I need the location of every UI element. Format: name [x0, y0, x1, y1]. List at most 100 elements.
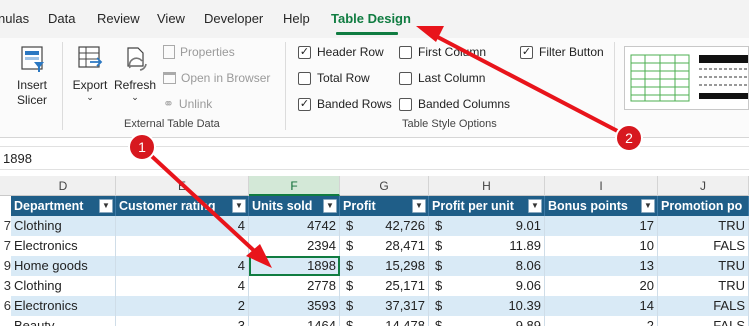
- tab-view[interactable]: View: [157, 11, 185, 26]
- table-cell-rating[interactable]: 3: [116, 316, 249, 326]
- first-column-checkbox[interactable]: [399, 45, 412, 59]
- filter-dropdown-icon[interactable]: ▼: [99, 199, 113, 213]
- header-row-option[interactable]: ✓ Header Row: [298, 43, 384, 61]
- tab-help[interactable]: Help: [283, 11, 310, 26]
- total-row-option[interactable]: Total Row: [298, 69, 370, 87]
- banded-columns-label: Banded Columns: [418, 97, 511, 111]
- header-customer-rating: Customer rating: [116, 196, 249, 216]
- row-number[interactable]: [0, 316, 11, 326]
- open-in-browser-button[interactable]: Open in Browser: [163, 69, 270, 87]
- filter-dropdown-icon[interactable]: ▼: [232, 199, 246, 213]
- unlink-button[interactable]: ⚭ Unlink: [163, 95, 212, 113]
- filter-dropdown-icon[interactable]: ▼: [641, 199, 655, 213]
- table-cell-profit[interactable]: $42,726: [340, 216, 429, 236]
- table-cell-dept[interactable]: Clothing: [11, 276, 116, 296]
- filter-dropdown-icon[interactable]: ▼: [412, 199, 426, 213]
- table-cell-rating[interactable]: [116, 236, 249, 256]
- table-cell-units[interactable]: 1464: [249, 316, 340, 326]
- table-cell-bonus[interactable]: 2: [545, 316, 658, 326]
- table-cell-ppu[interactable]: $9.89: [429, 316, 545, 326]
- table-cell-bonus[interactable]: 13: [545, 256, 658, 276]
- table-cell-dept[interactable]: Beauty: [11, 316, 116, 326]
- table-styles-gallery[interactable]: [624, 46, 749, 110]
- cell-value: 4: [237, 258, 245, 273]
- table-cell-profit[interactable]: $37,317: [340, 296, 429, 316]
- filter-button-option[interactable]: ✓ Filter Button: [520, 43, 604, 61]
- properties-button[interactable]: Properties: [163, 43, 235, 61]
- banded-rows-checkbox[interactable]: ✓: [298, 97, 311, 111]
- header-promotion: Promotion po: [658, 196, 749, 216]
- table-cell-promo[interactable]: TRU: [658, 276, 749, 296]
- table-cell-rating[interactable]: 4: [116, 216, 249, 236]
- table-cell-dept[interactable]: Clothing: [11, 216, 116, 236]
- chevron-down-icon: ⌄: [131, 92, 139, 102]
- total-row-checkbox[interactable]: [298, 71, 311, 85]
- row-number[interactable]: 9: [0, 256, 11, 276]
- tab-review[interactable]: Review: [97, 11, 140, 26]
- table-cell-bonus[interactable]: 17: [545, 216, 658, 236]
- row-number[interactable]: 7: [0, 236, 11, 256]
- table-cell-promo[interactable]: TRU: [658, 256, 749, 276]
- table-cell-dept[interactable]: Electronics: [11, 296, 116, 316]
- table-cell-ppu[interactable]: $10.39: [429, 296, 545, 316]
- column-header-d[interactable]: D: [11, 176, 116, 196]
- first-column-option[interactable]: First Column: [399, 43, 486, 61]
- table-cell-units[interactable]: 2778: [249, 276, 340, 296]
- table-cell-rating[interactable]: 4: [116, 256, 249, 276]
- filter-dropdown-icon[interactable]: ▼: [323, 199, 337, 213]
- last-column-checkbox[interactable]: [399, 71, 412, 85]
- table-cell-units[interactable]: 4742: [249, 216, 340, 236]
- table-cell-dept[interactable]: Home goods: [11, 256, 116, 276]
- banded-columns-checkbox[interactable]: [399, 97, 412, 111]
- column-header-f[interactable]: F: [249, 176, 340, 196]
- filter-button-checkbox[interactable]: ✓: [520, 45, 533, 59]
- table-cell-ppu[interactable]: $11.89: [429, 236, 545, 256]
- table-cell-rating[interactable]: 4: [116, 276, 249, 296]
- ribbon-separator: [62, 42, 63, 130]
- banded-columns-option[interactable]: Banded Columns: [399, 95, 510, 113]
- currency-symbol: $: [435, 298, 443, 313]
- unlink-icon: ⚭: [163, 96, 174, 111]
- table-cell-promo[interactable]: TRU: [658, 216, 749, 236]
- table-cell-dept[interactable]: Electronics: [11, 236, 116, 256]
- table-cell-units[interactable]: 2394: [249, 236, 340, 256]
- column-header-e[interactable]: E: [116, 176, 249, 196]
- filter-dropdown-icon[interactable]: ▼: [528, 199, 542, 213]
- column-header-i[interactable]: I: [545, 176, 658, 196]
- table-cell-profit[interactable]: $25,171: [340, 276, 429, 296]
- row-number[interactable]: 6: [0, 296, 11, 316]
- tab-formulas[interactable]: nulas: [0, 11, 29, 26]
- table-cell-ppu[interactable]: $9.06: [429, 276, 545, 296]
- table-cell-units[interactable]: 1898: [249, 256, 340, 276]
- tab-developer[interactable]: Developer: [204, 11, 263, 26]
- table-cell-bonus[interactable]: 10: [545, 236, 658, 256]
- table-cell-profit[interactable]: $15,298: [340, 256, 429, 276]
- tab-table-design[interactable]: Table Design: [331, 11, 411, 26]
- row-number[interactable]: 3: [0, 276, 11, 296]
- last-column-option[interactable]: Last Column: [399, 69, 485, 87]
- table-cell-rating[interactable]: 2: [116, 296, 249, 316]
- export-button[interactable]: Export ⌄: [70, 44, 110, 102]
- tab-data[interactable]: Data: [48, 11, 75, 26]
- table-cell-promo[interactable]: FALS: [658, 236, 749, 256]
- refresh-button[interactable]: Refresh ⌄: [112, 44, 158, 102]
- header-row-checkbox[interactable]: ✓: [298, 45, 311, 59]
- cell-value: 14: [639, 298, 654, 313]
- column-header-g[interactable]: G: [340, 176, 429, 196]
- row-number[interactable]: 7: [0, 216, 11, 236]
- table-cell-ppu[interactable]: $8.06: [429, 256, 545, 276]
- table-cell-bonus[interactable]: 20: [545, 276, 658, 296]
- formula-bar[interactable]: 1898: [0, 146, 749, 170]
- table-cell-promo[interactable]: FALS: [658, 316, 749, 326]
- table-cell-profit[interactable]: $28,471: [340, 236, 429, 256]
- cell-value: 37,317: [385, 298, 425, 313]
- banded-rows-option[interactable]: ✓ Banded Rows: [298, 95, 392, 113]
- table-cell-units[interactable]: 3593: [249, 296, 340, 316]
- table-cell-ppu[interactable]: $9.01: [429, 216, 545, 236]
- column-header-j[interactable]: J: [658, 176, 749, 196]
- insert-slicer-button[interactable]: Insert Slicer: [10, 44, 54, 108]
- column-header-h[interactable]: H: [429, 176, 545, 196]
- table-cell-bonus[interactable]: 14: [545, 296, 658, 316]
- table-cell-promo[interactable]: FALS: [658, 296, 749, 316]
- table-cell-profit[interactable]: $14,478: [340, 316, 429, 326]
